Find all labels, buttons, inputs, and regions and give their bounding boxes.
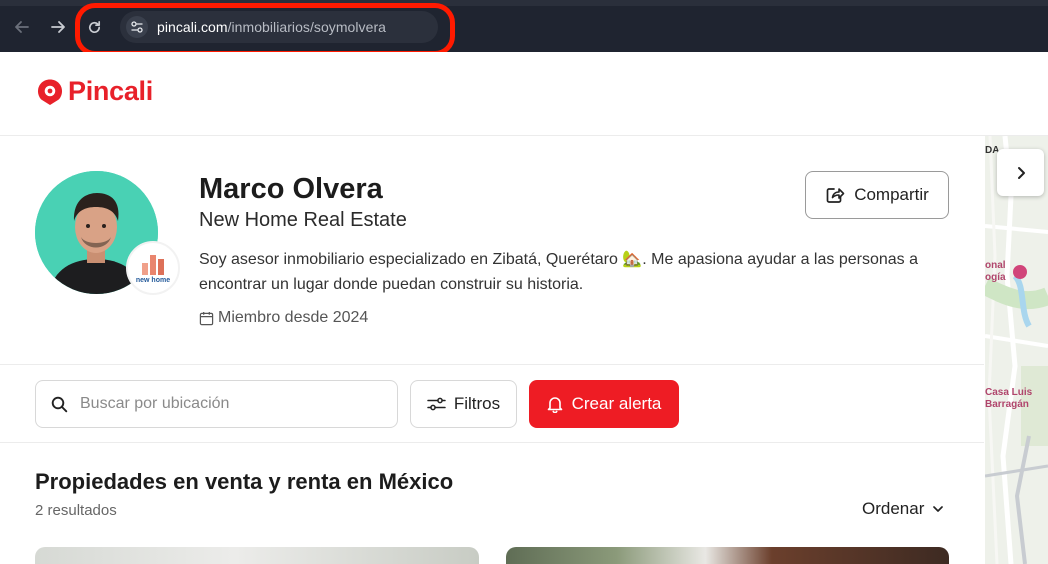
map-panel[interactable]: DA onal ogía Casa Luis Barragán (985, 136, 1048, 564)
result-count: 2 resultados (35, 502, 117, 519)
agency-logo-icon (142, 253, 164, 275)
sort-label: Ordenar (862, 499, 925, 518)
pincali-logo-icon (38, 79, 62, 105)
url-text[interactable]: pincali.com/inmobiliarios/soymolvera (157, 19, 386, 35)
sliders-icon (427, 397, 446, 411)
share-button-label: Compartir (854, 185, 929, 204)
logo-wordmark: Pincali (68, 76, 153, 106)
browser-toolbar: pincali.com/inmobiliarios/soymolvera (0, 0, 1048, 56)
map-next-button[interactable] (997, 149, 1044, 196)
search-toolbar: Filtros Crear alerta (0, 366, 984, 443)
site-header: Pincali (0, 52, 1048, 136)
agent-bio: Soy asesor inmobiliario especializado en… (199, 251, 918, 293)
agent-company: New Home Real Estate (199, 209, 407, 231)
agent-name: Marco Olvera (199, 173, 383, 205)
share-button[interactable]: Compartir (805, 171, 949, 219)
address-bar[interactable]: pincali.com/inmobiliarios/soymolvera (120, 11, 438, 43)
property-card-image[interactable] (506, 547, 949, 564)
member-since-text: Miembro desde 2024 (218, 309, 369, 326)
forward-button[interactable] (47, 16, 69, 38)
pincali-logo[interactable]: Pincali (36, 76, 153, 107)
arrow-left-icon (15, 21, 29, 33)
location-search[interactable] (35, 380, 398, 428)
tab-strip (0, 0, 1048, 6)
agent-profile: new home Marco Olvera New Home Real Esta… (0, 137, 984, 365)
chevron-right-icon (1017, 166, 1025, 179)
back-button[interactable] (11, 16, 33, 38)
create-alert-label: Crear alerta (571, 394, 662, 413)
map-label: Casa Luis (985, 387, 1033, 398)
map-label: onal (985, 260, 1006, 271)
calendar-icon (199, 311, 214, 325)
reload-icon (88, 20, 100, 33)
search-icon (51, 396, 68, 412)
filters-button-label: Filtros (453, 394, 501, 413)
location-search-input[interactable] (80, 395, 370, 413)
chevron-down-icon (933, 506, 944, 512)
agency-logo-text: new home (135, 276, 171, 284)
arrow-right-icon (51, 21, 65, 33)
map-label: ogía (985, 272, 1006, 283)
bell-icon (547, 397, 562, 413)
create-alert-button[interactable]: Crear alerta (529, 380, 679, 428)
site-settings-button[interactable] (126, 16, 148, 38)
filters-button[interactable]: Filtros (410, 380, 517, 428)
reload-button[interactable] (83, 16, 105, 38)
sort-dropdown[interactable]: Ordenar (862, 499, 944, 519)
map-label: Barragán (985, 399, 1029, 410)
property-card-image[interactable] (35, 547, 479, 564)
map-roads (985, 136, 1048, 564)
listings-title: Propiedades en venta y renta en México (35, 469, 454, 494)
member-since: Miembro desde 2024 (199, 309, 368, 327)
url-path: /inmobiliarios/soymolvera (227, 19, 386, 35)
url-host: pincali.com (157, 19, 228, 35)
tune-icon (131, 21, 143, 33)
agency-logo-badge: new home (126, 241, 180, 295)
share-icon (826, 188, 845, 203)
